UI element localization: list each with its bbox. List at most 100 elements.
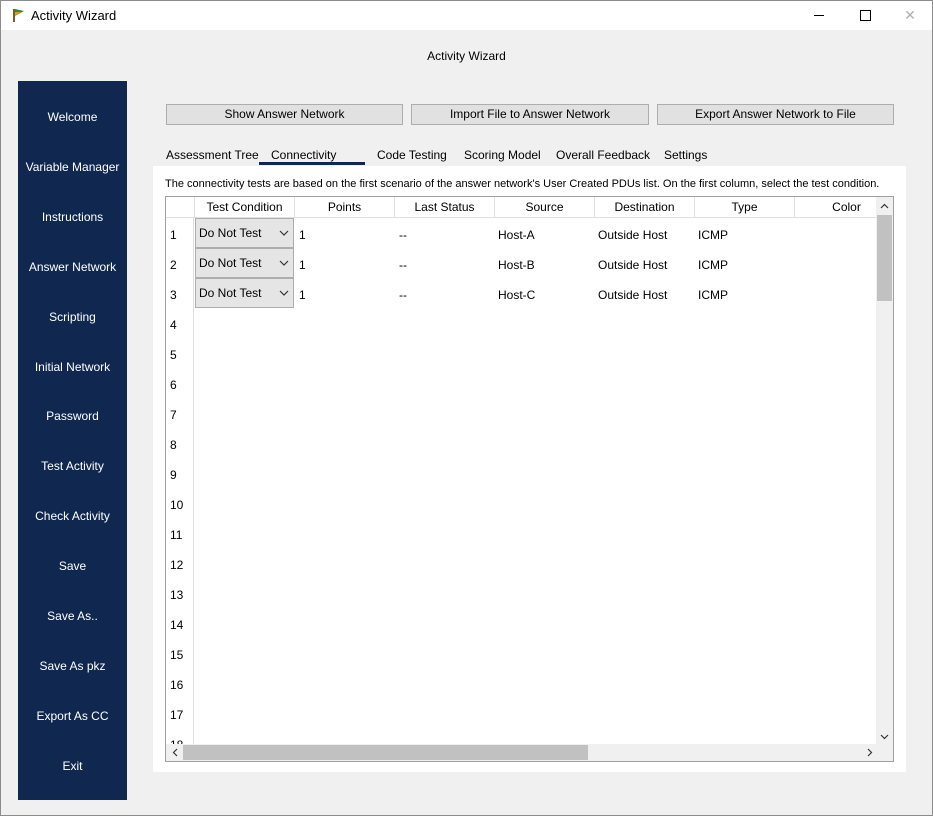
row-number: 12: [170, 558, 184, 572]
points-cell[interactable]: 1: [299, 287, 306, 303]
destination-cell: Outside Host: [598, 288, 668, 302]
grid-header: Test Condition Points Last Status Source…: [166, 197, 878, 218]
sidebar-item-scripting[interactable]: Scripting: [18, 307, 127, 327]
chevron-up-icon: [880, 203, 889, 208]
page-title: Activity Wizard: [427, 49, 506, 63]
column-header-source[interactable]: Source: [495, 197, 595, 218]
test-condition-value: Do Not Test: [199, 256, 262, 270]
tab-overall-feedback[interactable]: Overall Feedback: [552, 147, 654, 165]
tab-settings[interactable]: Settings: [660, 147, 711, 165]
row-number: 1: [170, 228, 177, 242]
horizontal-scrollbar[interactable]: [166, 744, 878, 761]
column-header-last-status[interactable]: Last Status: [395, 197, 495, 218]
minimize-icon: [814, 15, 824, 16]
row-number: 6: [170, 378, 177, 392]
close-icon: ✕: [904, 7, 916, 23]
scroll-up-button[interactable]: [876, 197, 893, 214]
row-number: 5: [170, 348, 177, 362]
row-number: 10: [170, 498, 184, 512]
last-status-cell: --: [399, 228, 407, 242]
row-header-corner: [166, 197, 195, 218]
sidebar-item-initial-network[interactable]: Initial Network: [18, 357, 127, 377]
sidebar-item-check-activity[interactable]: Check Activity: [18, 506, 127, 526]
connectivity-test-panel: The connectivity tests are based on the …: [153, 166, 906, 772]
connectivity-grid[interactable]: Test Condition Points Last Status Source…: [165, 196, 894, 762]
tab-connectivity-test[interactable]: Connectivity Test: [259, 147, 365, 178]
type-cell: ICMP: [698, 288, 728, 302]
row-number: 15: [170, 648, 184, 662]
column-header-type[interactable]: Type: [695, 197, 795, 218]
minimize-button[interactable]: [796, 1, 842, 30]
column-header-color[interactable]: Color: [795, 197, 878, 218]
maximize-icon: [859, 10, 871, 21]
column-header-test-condition[interactable]: Test Condition: [195, 197, 295, 218]
sidebar-item-save-as[interactable]: Save As..: [18, 606, 127, 626]
row-number: 2: [170, 258, 177, 272]
sidebar-item-export-as-cc[interactable]: Export As CC: [18, 706, 127, 726]
sidebar-item-answer-network[interactable]: Answer Network: [18, 257, 127, 277]
chevron-down-icon: [880, 734, 889, 739]
scroll-down-button[interactable]: [876, 728, 893, 745]
test-condition-value: Do Not Test: [199, 286, 262, 300]
source-cell: Host-C: [498, 288, 536, 302]
sidebar-item-exit[interactable]: Exit: [18, 756, 127, 776]
points-cell[interactable]: 1: [299, 257, 306, 273]
close-button[interactable]: ✕: [887, 1, 933, 30]
window-title: Activity Wizard: [31, 8, 117, 23]
chevron-down-icon: [279, 290, 289, 296]
type-cell: ICMP: [698, 258, 728, 272]
sidebar: Welcome Variable Manager Instructions An…: [18, 81, 127, 800]
tab-code-testing[interactable]: Code Testing: [373, 147, 451, 165]
points-cell[interactable]: 1: [299, 227, 306, 243]
connectivity-description: The connectivity tests are based on the …: [165, 178, 880, 190]
scroll-left-button[interactable]: [166, 744, 183, 761]
show-answer-network-button[interactable]: Show Answer Network: [166, 104, 403, 125]
import-file-button[interactable]: Import File to Answer Network: [411, 104, 649, 125]
title-bar[interactable]: Activity Wizard ✕: [1, 1, 932, 30]
sidebar-item-save-as-pkz[interactable]: Save As pkz: [18, 656, 127, 676]
export-file-button[interactable]: Export Answer Network to File: [657, 104, 894, 125]
column-header-points[interactable]: Points: [295, 197, 395, 218]
row-number: 7: [170, 408, 177, 422]
row-number: 4: [170, 318, 177, 332]
column-header-destination[interactable]: Destination: [595, 197, 695, 218]
tab-scoring-model[interactable]: Scoring Model: [460, 147, 545, 165]
last-status-cell: --: [399, 288, 407, 302]
test-condition-dropdown[interactable]: Do Not Test: [195, 218, 294, 248]
chevron-left-icon: [172, 748, 177, 757]
sidebar-item-test-activity[interactable]: Test Activity: [18, 456, 127, 476]
activity-wizard-window: Activity Wizard ✕ Activity Wizard Welcom…: [0, 0, 933, 816]
chevron-down-icon: [279, 260, 289, 266]
test-condition-value: Do Not Test: [199, 226, 262, 240]
test-condition-dropdown[interactable]: Do Not Test: [195, 278, 294, 308]
row-number: 9: [170, 468, 177, 482]
vertical-scrollbar[interactable]: [876, 197, 893, 745]
source-cell: Host-A: [498, 228, 535, 242]
horizontal-scroll-thumb[interactable]: [183, 745, 588, 760]
sidebar-item-variable-manager[interactable]: Variable Manager: [18, 157, 127, 177]
row-number: 3: [170, 288, 177, 302]
sidebar-item-instructions[interactable]: Instructions: [18, 207, 127, 227]
row-number: 16: [170, 678, 184, 692]
test-condition-dropdown[interactable]: Do Not Test: [195, 248, 294, 278]
app-icon: [13, 9, 24, 22]
sidebar-item-welcome[interactable]: Welcome: [18, 107, 127, 127]
sidebar-item-save[interactable]: Save: [18, 556, 127, 576]
sidebar-item-password[interactable]: Password: [18, 406, 127, 426]
chevron-right-icon: [867, 748, 872, 757]
chevron-down-icon: [279, 230, 289, 236]
destination-cell: Outside Host: [598, 228, 668, 242]
maximize-button[interactable]: [842, 1, 888, 30]
scrollbar-corner: [876, 744, 893, 761]
row-number: 11: [170, 528, 183, 542]
vertical-scroll-thumb[interactable]: [877, 215, 892, 301]
row-number: 8: [170, 438, 177, 452]
type-cell: ICMP: [698, 228, 728, 242]
last-status-cell: --: [399, 258, 407, 272]
tab-assessment-tree[interactable]: Assessment Tree: [162, 147, 263, 165]
source-cell: Host-B: [498, 258, 535, 272]
destination-cell: Outside Host: [598, 258, 668, 272]
row-number: 14: [170, 618, 184, 632]
row-number: 13: [170, 588, 184, 602]
row-number: 17: [170, 708, 184, 722]
